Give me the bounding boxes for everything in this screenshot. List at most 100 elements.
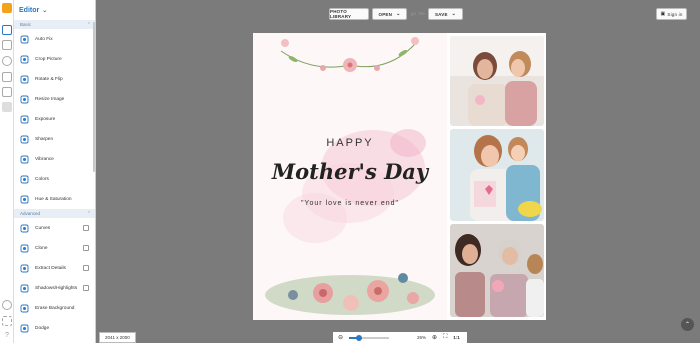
fit-screen-icon[interactable]: ⛶ (443, 334, 447, 341)
photo-mother-daughter-1 (450, 36, 544, 126)
actual-size-button[interactable]: 1:1 (453, 335, 460, 340)
section-advanced[interactable]: Advanced ⌃ (14, 209, 95, 218)
app-logo-icon[interactable] (2, 3, 12, 13)
section-basic[interactable]: Basic ⌃ (14, 20, 95, 29)
layer-toggle-icon[interactable] (83, 245, 89, 251)
lightbulb-icon[interactable] (2, 300, 12, 310)
zoom-slider-knob[interactable] (356, 334, 363, 341)
mothers-day-poster: HAPPY Mother's Day "Your love is never e… (253, 33, 447, 320)
image-dimensions: 2041 x 2000 (99, 332, 136, 343)
image-canvas[interactable]: HAPPY Mother's Day "Your love is never e… (253, 33, 546, 320)
tool-item-label: Erase Background (35, 305, 75, 311)
undo-button[interactable]: go (411, 11, 416, 16)
bottom-status-bar: 2041 x 2000 ⊖ 26% ⊕ ⛶ 1:1 (96, 330, 700, 343)
save-label: SAVE (434, 11, 448, 17)
editor-title: Editor (19, 6, 40, 14)
editor-menu[interactable]: Editor ⌄ (14, 0, 95, 20)
extract-icon (20, 264, 29, 273)
hue-icon (20, 195, 29, 204)
tool-item-label: Sharpen (35, 136, 54, 142)
tool-item-hue-saturation[interactable]: Hue & Saturation (14, 189, 95, 209)
fullscreen-icon[interactable] (2, 316, 12, 326)
tool-item-label: Clone (35, 245, 48, 251)
tool-item-label: Curves (35, 225, 51, 231)
tool-item-label: Exposure (35, 116, 56, 122)
tool-item-label: Vibrance (35, 156, 54, 162)
sharpen-icon (20, 135, 29, 144)
tool-item-label: Colors (35, 176, 49, 182)
tool-item-sharpen[interactable]: Sharpen (14, 129, 95, 149)
tool-item-label: Crop Picture (35, 56, 62, 62)
zoom-in-icon[interactable]: ⊕ (432, 334, 437, 341)
frame-tool-icon[interactable] (2, 87, 12, 97)
dodge-icon (20, 324, 29, 333)
tool-item-crop-picture[interactable]: Crop Picture (14, 49, 95, 69)
zoom-percent: 26% (417, 335, 427, 340)
layers-tool-icon[interactable] (2, 72, 12, 82)
tool-item-label: Hue & Saturation (35, 196, 72, 202)
section-basic-label: Basic (20, 22, 32, 27)
save-button[interactable]: SAVE ⌄ (428, 8, 463, 20)
layer-toggle-icon[interactable] (83, 265, 89, 271)
tool-item-label: Rotate & Flip (35, 76, 63, 82)
zoom-out-icon[interactable]: ⊖ (338, 334, 343, 341)
chevron-down-icon: ⌄ (42, 7, 48, 14)
tool-item-label: Dodge (35, 325, 50, 331)
tool-item-shadows-highlights[interactable]: Shadows/Highlights (14, 278, 95, 298)
tool-item-curves[interactable]: Curves (14, 218, 95, 238)
adjust-tool-icon[interactable] (2, 40, 12, 50)
tool-item-dodge[interactable]: Dodge (14, 318, 95, 338)
tool-item-label: Resize Image (35, 96, 65, 102)
exposure-icon (20, 115, 29, 124)
chevron-down-icon: ⌄ (396, 11, 401, 17)
shadows-icon (20, 284, 29, 293)
tool-item-rotate-flip[interactable]: Rotate & Flip (14, 69, 95, 89)
clone-icon (20, 244, 29, 253)
tool-rail: ? (0, 0, 14, 343)
resize-icon (20, 95, 29, 104)
editor-panel: Editor ⌄ Basic ⌃ Auto Fix Crop Picture Rot… (14, 0, 96, 343)
zoom-slider[interactable] (349, 334, 390, 341)
photo-mother-daughter-2 (450, 129, 544, 221)
colors-icon (20, 175, 29, 184)
tool-item-colors[interactable]: Colors (14, 169, 95, 189)
panel-scrollbar[interactable] (93, 22, 95, 172)
layer-toggle-icon[interactable] (83, 285, 89, 291)
scroll-top-button[interactable]: ⌃ (681, 318, 694, 331)
tool-item-vibrance[interactable]: Vibrance (14, 149, 95, 169)
photo-library-button[interactable]: PHOTO LIBRARY (329, 8, 369, 20)
sign-in-button[interactable]: ▣ Sign in (656, 8, 687, 20)
open-button[interactable]: OPEN ⌄ (372, 8, 407, 20)
tool-item-erase-background[interactable]: Erase Background (14, 298, 95, 318)
tool-item-extract-details[interactable]: Extract Details (14, 258, 95, 278)
tool-item-clone[interactable]: Clone (14, 238, 95, 258)
help-icon[interactable]: ? (2, 331, 12, 341)
tool-item-resize-image[interactable]: Resize Image (14, 89, 95, 109)
top-toolbar: PHOTO LIBRARY OPEN ⌄ go Re SAVE ⌄ ▣ Sign… (96, 0, 700, 30)
chevron-up-icon: ⌃ (684, 322, 691, 328)
layer-toggle-icon[interactable] (83, 225, 89, 231)
photo-grandmother-family (450, 224, 544, 317)
zoom-controls: ⊖ 26% ⊕ ⛶ 1:1 (333, 332, 467, 343)
poster-title-text: Mother's Day (271, 159, 429, 184)
curves-icon (20, 224, 29, 233)
tool-item-auto-fix[interactable]: Auto Fix (14, 29, 95, 49)
tool-item-label: Extract Details (35, 265, 66, 271)
texture-tool-icon[interactable] (2, 102, 12, 112)
user-icon: ▣ (660, 11, 666, 17)
filters-tool-icon[interactable] (2, 56, 12, 66)
crop-icon (20, 55, 29, 64)
tool-item-label: Auto Fix (35, 36, 53, 42)
magic-wand-icon (20, 35, 29, 44)
tool-item-label: Shadows/Highlights (35, 285, 78, 291)
redo-button[interactable]: Re (419, 11, 425, 16)
erase-icon (20, 304, 29, 313)
vibrance-icon (20, 155, 29, 164)
crop-tool-icon[interactable] (2, 25, 12, 35)
chevron-up-icon: ⌃ (86, 21, 91, 28)
tool-item-exposure[interactable]: Exposure (14, 109, 95, 129)
chevron-down-icon: ⌄ (451, 11, 457, 17)
open-label: OPEN (378, 11, 393, 17)
sign-in-label: Sign in (667, 11, 683, 17)
rotate-icon (20, 75, 29, 84)
